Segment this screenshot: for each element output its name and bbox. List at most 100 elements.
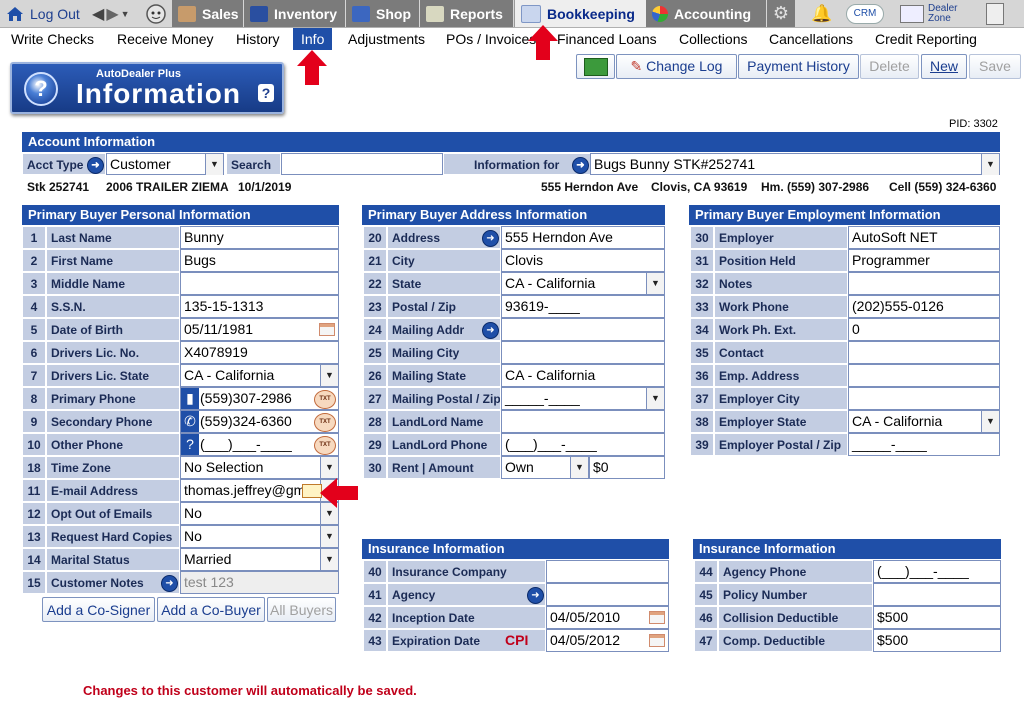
time-zone-field[interactable]: No Selection ▼	[180, 456, 339, 479]
crm-button[interactable]: CRM	[846, 0, 884, 27]
other-phone-field[interactable]: ? (___)___-____ TXT	[180, 433, 339, 456]
opt-out-of-emails-field[interactable]: No ▼	[180, 502, 339, 525]
rent-amount-field[interactable]: Own ▼	[501, 456, 589, 479]
mailing-postal-zip-field[interactable]: _____-____ ▼	[501, 387, 665, 410]
envelope-icon[interactable]	[302, 484, 322, 498]
employer-state-field[interactable]: CA - California ▼	[848, 410, 1000, 433]
tab-inventory[interactable]: Inventory	[244, 0, 345, 27]
customer-notes-field[interactable]: test 123	[180, 571, 339, 594]
drivers-lic-no-field[interactable]: X4078919	[180, 341, 339, 364]
s-s-n-field[interactable]: 135-15-1313	[180, 295, 339, 318]
search-input[interactable]	[281, 153, 443, 175]
subnav-write-checks[interactable]: Write Checks	[11, 28, 94, 50]
calendar-icon[interactable]	[649, 634, 665, 647]
employer-postal-zip-field[interactable]: _____-____	[848, 433, 1000, 456]
chevron-down-icon[interactable]: ▼	[320, 365, 338, 386]
back-arrow-icon[interactable]: ◀	[92, 4, 104, 24]
subnav-history[interactable]: History	[236, 28, 280, 50]
chevron-down-icon[interactable]: ▼	[981, 154, 999, 175]
chevron-down-icon[interactable]: ▼	[320, 526, 338, 547]
agency-field[interactable]	[546, 583, 669, 606]
info-for-select[interactable]: Bugs Bunny STK#252741 ▼	[590, 153, 1000, 175]
state-field[interactable]: CA - California ▼	[501, 272, 665, 295]
goto-icon[interactable]: ➜	[87, 157, 104, 174]
chevron-down-icon[interactable]: ▼	[205, 154, 223, 175]
text-message-icon[interactable]: TXT	[314, 436, 336, 455]
acct-type-select[interactable]: Customer ▼	[106, 153, 224, 175]
e-mail-address-field[interactable]: thomas.jeffrey@gm ▼	[180, 479, 339, 502]
collision-deductible-field[interactable]: $500	[873, 606, 1001, 629]
back-forward-nav[interactable]: ◀ ▶ ▼	[92, 0, 130, 27]
expiration-date-field[interactable]: 04/05/2012	[546, 629, 669, 652]
marital-status-field[interactable]: Married ▼	[180, 548, 339, 571]
delete-button[interactable]: Delete	[860, 54, 919, 79]
subnav-collections[interactable]: Collections	[679, 28, 747, 50]
forward-arrow-icon[interactable]: ▶	[106, 4, 118, 24]
mailing-addr-field[interactable]	[501, 318, 665, 341]
text-message-icon[interactable]: TXT	[314, 413, 336, 432]
landlord-name-field[interactable]	[501, 410, 665, 433]
help-icon[interactable]: ?	[258, 84, 274, 102]
logout-button[interactable]: Log Out	[6, 0, 80, 27]
chevron-down-icon[interactable]: ▼	[646, 388, 664, 409]
work-ph-ext-field[interactable]: 0	[848, 318, 1000, 341]
chevron-down-icon[interactable]: ▼	[981, 411, 999, 432]
mailing-city-field[interactable]	[501, 341, 665, 364]
chevron-down-icon[interactable]: ▼	[320, 549, 338, 570]
last-name-field[interactable]: Bunny	[180, 226, 339, 249]
new-button[interactable]: New	[921, 54, 967, 79]
tab-shop[interactable]: Shop	[346, 0, 419, 27]
add-co-signer-button[interactable]: Add a Co-Signer	[42, 597, 155, 622]
policy-number-field[interactable]	[873, 583, 1001, 606]
inception-date-field[interactable]: 04/05/2010	[546, 606, 669, 629]
tab-accounting[interactable]: Accounting	[646, 0, 766, 27]
position-held-field[interactable]: Programmer	[848, 249, 1000, 272]
goto-icon[interactable]: ➜	[572, 157, 589, 174]
calculator-button[interactable]	[986, 0, 1004, 27]
notes-field[interactable]	[848, 272, 1000, 295]
chevron-down-icon[interactable]: ▼	[320, 457, 338, 478]
request-hard-copies-field[interactable]: No ▼	[180, 525, 339, 548]
chevron-down-icon[interactable]: ▼	[646, 273, 664, 294]
drivers-lic-state-field[interactable]: CA - California ▼	[180, 364, 339, 387]
payment-history-button[interactable]: Payment History	[738, 54, 859, 79]
mailing-state-field[interactable]: CA - California	[501, 364, 665, 387]
tab-reports[interactable]: Reports	[420, 0, 513, 27]
goto-icon[interactable]: ➜	[161, 575, 178, 592]
settings-button[interactable]: ⚙	[767, 0, 795, 27]
subnav-credit-reporting[interactable]: Credit Reporting	[875, 28, 977, 50]
subnav-info[interactable]: Info	[293, 28, 333, 50]
comp-deductible-field[interactable]: $500	[873, 629, 1001, 652]
goto-icon[interactable]: ➜	[482, 230, 499, 247]
address-field[interactable]: 555 Herndon Ave	[501, 226, 665, 249]
calendar-icon[interactable]	[319, 323, 335, 336]
employer-field[interactable]: AutoSoft NET	[848, 226, 1000, 249]
tab-sales[interactable]: Sales	[172, 0, 243, 27]
emp-address-field[interactable]	[848, 364, 1000, 387]
employer-city-field[interactable]	[848, 387, 1000, 410]
dealer-zone-button[interactable]: Dealer Zone	[900, 0, 957, 27]
subnav-pos-invoices[interactable]: POs / Invoices	[446, 28, 536, 50]
work-phone-field[interactable]: (202)555-0126	[848, 295, 1000, 318]
subnav-cancellations[interactable]: Cancellations	[769, 28, 853, 50]
save-button[interactable]: Save	[969, 54, 1021, 79]
postal-zip-field[interactable]: 93619-____	[501, 295, 665, 318]
subnav-financed-loans[interactable]: Financed Loans	[557, 28, 657, 50]
contact-field[interactable]	[848, 341, 1000, 364]
primary-phone-field[interactable]: ▮ (559)307-2986 TXT	[180, 387, 339, 410]
city-field[interactable]: Clovis	[501, 249, 665, 272]
agency-phone-field[interactable]: (___)___-____	[873, 560, 1001, 583]
goto-icon[interactable]: ➜	[527, 587, 544, 604]
notifications-button[interactable]: 🔔	[811, 0, 832, 27]
landlord-phone-field[interactable]: (___)___-____	[501, 433, 665, 456]
chevron-down-icon[interactable]: ▼	[570, 457, 588, 478]
text-message-icon[interactable]: TXT	[314, 390, 336, 409]
middle-name-field[interactable]	[180, 272, 339, 295]
calendar-icon[interactable]	[649, 611, 665, 624]
history-dropdown-icon[interactable]: ▼	[121, 9, 130, 19]
user-icon[interactable]	[145, 0, 167, 27]
rent-amount-field[interactable]: $0	[589, 456, 665, 479]
tab-bookkeeping[interactable]: Bookkeeping	[514, 0, 647, 27]
insurance-company-field[interactable]	[546, 560, 669, 583]
secondary-phone-field[interactable]: ✆ (559)324-6360 TXT	[180, 410, 339, 433]
